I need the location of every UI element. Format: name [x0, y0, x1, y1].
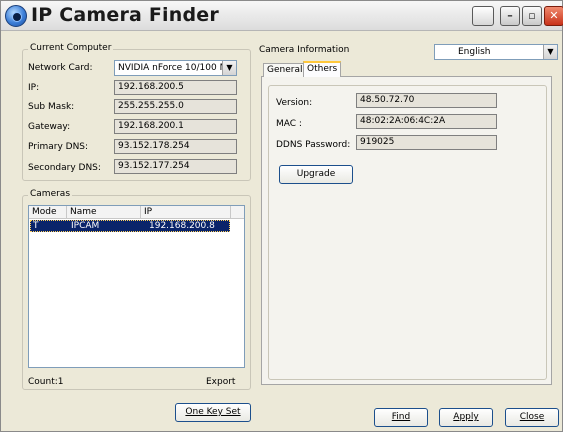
close-label: Close: [519, 412, 545, 422]
row-ip: 192.168.200.8: [149, 221, 215, 231]
close-window-button[interactable]: ✕: [544, 6, 563, 26]
one-key-set-button[interactable]: One Key Set: [175, 403, 251, 422]
sub-mask-label: Sub Mask:: [28, 102, 75, 112]
others-inner-panel: [268, 85, 547, 380]
secondary-dns-field[interactable]: 93.152.177.254: [114, 159, 237, 174]
find-label: Find: [391, 412, 411, 422]
camera-icon: [5, 5, 27, 27]
chevron-down-icon[interactable]: ▼: [543, 45, 557, 59]
language-select[interactable]: English ▼: [434, 44, 558, 60]
primary-dns-label: Primary DNS:: [28, 142, 89, 152]
network-card-label: Network Card:: [28, 63, 93, 73]
find-button[interactable]: Find: [374, 408, 428, 427]
table-row[interactable]: T IPCAM 192.168.200.8: [30, 220, 230, 232]
ddns-password-label: DDNS Password:: [276, 140, 351, 150]
ip-field[interactable]: 192.168.200.5: [114, 80, 237, 95]
window-title: IP Camera Finder: [31, 4, 219, 26]
network-card-value: NVIDIA nForce 10/100 Ml: [118, 63, 230, 73]
maximize-button[interactable]: ▫: [522, 6, 542, 26]
cameras-list-header: Mode Name IP: [29, 206, 244, 219]
chevron-down-icon[interactable]: ▼: [222, 61, 236, 75]
tab-general[interactable]: General: [263, 63, 307, 77]
gateway-label: Gateway:: [28, 122, 71, 132]
camera-count: Count:1: [28, 377, 64, 387]
primary-dns-field[interactable]: 93.152.178.254: [114, 139, 237, 154]
export-link[interactable]: Export: [206, 377, 235, 387]
version-label: Version:: [276, 98, 313, 108]
network-card-select[interactable]: NVIDIA nForce 10/100 Ml ▼: [114, 60, 237, 76]
close-button[interactable]: Close: [505, 408, 559, 427]
apply-button[interactable]: Apply: [439, 408, 493, 427]
mac-field[interactable]: 48:02:2A:06:4C:2A: [356, 114, 497, 129]
camera-information-legend: Camera Information: [259, 45, 350, 55]
sub-mask-field[interactable]: 255.255.255.0: [114, 99, 237, 114]
language-value: English: [458, 47, 491, 57]
current-computer-legend: Current Computer: [28, 43, 114, 53]
minimize-button[interactable]: –: [500, 6, 520, 26]
secondary-dns-label: Secondary DNS:: [28, 163, 101, 173]
row-name: IPCAM: [71, 221, 100, 231]
column-header-mode[interactable]: Mode: [29, 206, 67, 219]
cameras-legend: Cameras: [28, 189, 73, 199]
app-window: IP Camera Finder – ▫ ✕ Current Computer …: [0, 0, 563, 432]
title-bar[interactable]: IP Camera Finder – ▫ ✕: [1, 1, 563, 31]
ip-label: IP:: [28, 83, 40, 93]
row-mode: T: [33, 221, 39, 231]
cameras-list[interactable]: Mode Name IP T IPCAM 192.168.200.8: [28, 205, 245, 368]
apply-label: Apply: [453, 412, 479, 422]
gateway-field[interactable]: 192.168.200.1: [114, 119, 237, 134]
version-field[interactable]: 48.50.72.70: [356, 93, 497, 108]
one-key-set-label: One Key Set: [185, 407, 241, 417]
ddns-password-field[interactable]: 919025: [356, 135, 497, 150]
mac-label: MAC :: [276, 119, 302, 129]
restore-button[interactable]: [472, 6, 494, 26]
column-header-ip[interactable]: IP: [141, 206, 231, 219]
column-header-name[interactable]: Name: [67, 206, 141, 219]
tab-others[interactable]: Others: [303, 61, 342, 77]
upgrade-button[interactable]: Upgrade: [279, 165, 353, 184]
